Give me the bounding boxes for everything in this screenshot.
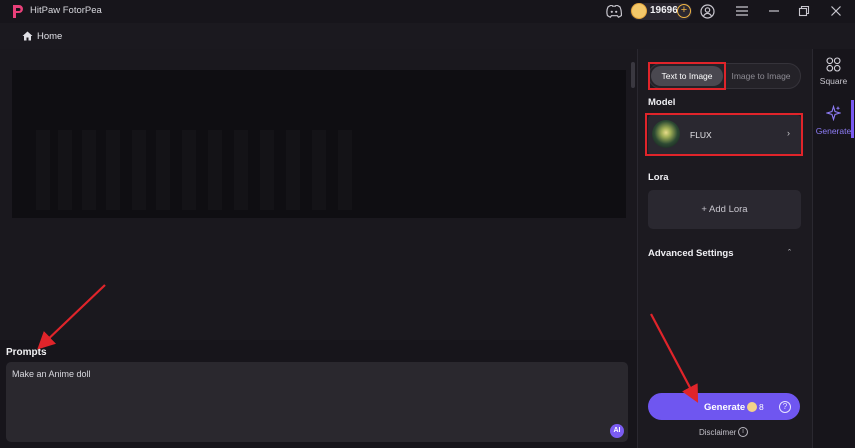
generate-label: Generate <box>704 402 746 413</box>
ai-prompt-button[interactable]: AI <box>610 424 624 438</box>
grid-icon[interactable] <box>826 57 841 72</box>
minimize-icon[interactable] <box>768 5 780 17</box>
app-logo-icon <box>13 5 23 18</box>
preview-scrollbar[interactable] <box>631 62 635 88</box>
add-lora-label: + Add Lora <box>701 204 748 215</box>
add-coins-button[interactable]: + <box>677 4 691 18</box>
close-icon[interactable] <box>830 5 842 17</box>
preview-placeholder <box>36 130 352 210</box>
highlight-model <box>645 113 803 156</box>
prompt-input[interactable] <box>6 362 628 442</box>
nav-bar <box>0 23 855 49</box>
prompt-input-value[interactable]: Make an Anime doll <box>12 369 91 379</box>
generate-cost: 8 <box>759 402 764 412</box>
rail-item-generate[interactable]: Generate <box>812 126 855 136</box>
info-icon[interactable]: i <box>738 427 748 437</box>
coin-count: 19696 <box>650 5 678 16</box>
advanced-settings-title[interactable]: Advanced Settings <box>648 248 734 259</box>
coin-icon <box>631 3 647 19</box>
rail-item-square[interactable]: Square <box>812 76 855 86</box>
highlight-text-to-image <box>648 62 726 90</box>
app-title: HitPaw FotorPea <box>30 5 102 16</box>
model-section-title: Model <box>648 97 676 108</box>
tab-image-to-image[interactable]: Image to Image <box>725 66 797 86</box>
help-icon[interactable]: ? <box>779 401 791 413</box>
title-bar <box>0 0 855 23</box>
chevron-up-icon[interactable]: ˆ <box>788 248 791 258</box>
lora-section-title: Lora <box>648 172 669 183</box>
disclaimer-link[interactable]: Disclaimer <box>699 428 736 437</box>
restore-icon[interactable] <box>798 5 810 17</box>
prompts-title: Prompts <box>6 347 47 358</box>
user-account-icon[interactable] <box>700 4 715 19</box>
coin-icon <box>747 402 757 412</box>
menu-icon[interactable] <box>736 6 748 16</box>
home-icon[interactable] <box>22 31 33 41</box>
sparkle-icon[interactable] <box>826 105 841 121</box>
discord-icon[interactable] <box>606 5 622 18</box>
home-link[interactable]: Home <box>37 31 62 42</box>
